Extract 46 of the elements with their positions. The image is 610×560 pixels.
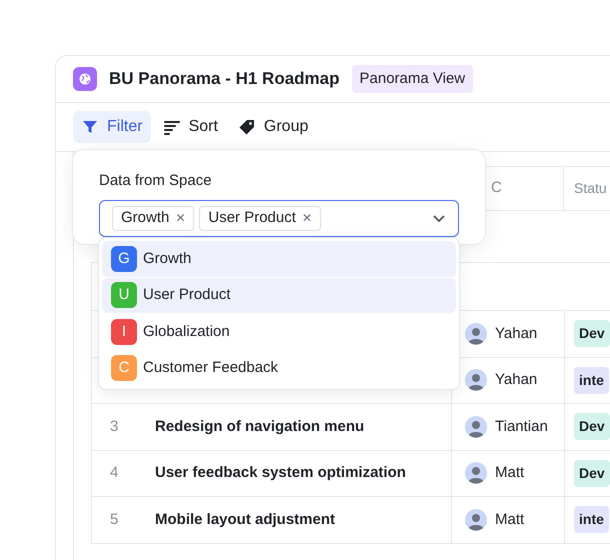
task-title: Redesign of navigation menu [155,416,364,436]
selected-chip: Growth ✕ [112,206,194,230]
space-select[interactable]: Growth ✕ User Product ✕ [99,200,459,236]
space-badge: I [111,318,137,345]
toolbar-button[interactable]: Filter [73,111,151,143]
app-icon [73,67,97,91]
row-number: 3 [110,416,118,436]
row-number: 5 [110,510,118,530]
sort-icon [162,118,181,136]
avatar-icon [465,416,487,438]
column-header: C [491,178,502,198]
avatar-icon [465,462,487,484]
filter-icon [81,118,99,136]
task-title: User feedback system optimization [155,463,406,483]
avatar-icon [465,322,487,345]
assignee-name: Matt [495,510,524,530]
remove-chip-button[interactable]: ✕ [302,209,312,227]
space-badge: C [111,355,137,382]
selected-chip: User Product ✕ [199,206,321,230]
view-badge: Panorama View [352,64,474,94]
space-option[interactable]: G Growth [102,241,456,276]
remove-chip-button[interactable]: ✕ [175,209,186,227]
status-tag: Dev [574,460,610,487]
space-option[interactable]: C Customer Feedback [102,350,456,386]
status-tag: inte [574,366,609,394]
field-label: Data from Space [99,171,213,191]
space-option[interactable]: I Globalization [102,314,456,350]
space-option[interactable]: U User Product [102,278,456,313]
assignee-name: Yahan [495,324,538,344]
assignee-name: Matt [495,463,524,483]
page-title: BU Panorama - H1 Roadmap [109,68,340,90]
toolbar-button[interactable]: Group [230,111,316,143]
row-number: 4 [110,463,118,483]
task-title: Mobile layout adjustment [155,510,336,530]
avatar-icon [465,369,487,392]
status-tag: Dev [574,320,610,348]
column-header: Statu [574,179,607,198]
assignee-name: Tiantian [495,416,548,436]
status-tag: Dev [574,413,610,440]
tag-icon [238,118,256,136]
toolbar-button[interactable]: Sort [154,111,226,143]
space-badge: U [111,282,137,308]
avatar-icon [465,508,487,531]
status-tag: inte [574,506,609,534]
assignee-name: Yahan [495,370,538,390]
space-badge: G [111,246,137,272]
